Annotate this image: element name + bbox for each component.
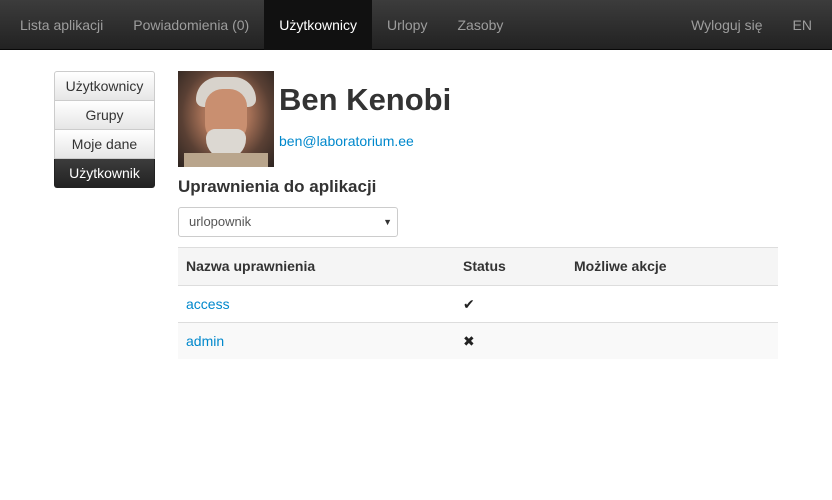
nav-item-app-list[interactable]: Lista aplikacji: [5, 0, 118, 50]
avatar-robe: [184, 153, 268, 167]
avatar: [178, 71, 274, 167]
sidebar-item-user[interactable]: Użytkownik: [54, 159, 155, 188]
profile-name: Ben Kenobi: [279, 82, 452, 117]
nav-item-resources[interactable]: Zasoby: [442, 0, 518, 50]
sidebar-item-users[interactable]: Użytkownicy: [54, 71, 155, 101]
nav-item-users[interactable]: Użytkownicy: [264, 0, 373, 50]
column-header-name: Nazwa uprawnienia: [186, 258, 316, 274]
check-icon: ✔: [463, 296, 475, 312]
permission-name-link[interactable]: admin: [186, 323, 224, 359]
user-nav: Wyloguj się EN: [676, 0, 827, 50]
top-navbar: Lista aplikacji Powiadomienia (0) Użytko…: [0, 0, 832, 50]
cross-icon: ✖: [463, 333, 475, 349]
permissions-table: Nazwa uprawnienia Status Możliwe akcje a…: [178, 247, 778, 359]
sidebar-item-my-data[interactable]: Moje dane: [54, 130, 155, 159]
table-header: Nazwa uprawnienia Status Możliwe akcje: [178, 247, 778, 285]
permissions-title: Uprawnienia do aplikacji: [178, 177, 377, 196]
table-row: admin ✖: [178, 322, 778, 359]
dropdown-arrow-icon: ▼: [383, 217, 392, 227]
language-switch[interactable]: EN: [778, 0, 827, 50]
application-select[interactable]: urlopownik ▼: [178, 207, 398, 237]
permission-name-link[interactable]: access: [186, 286, 230, 322]
main-nav: Lista aplikacji Powiadomienia (0) Użytko…: [5, 0, 518, 50]
column-header-actions: Możliwe akcje: [574, 258, 667, 274]
profile-email-link[interactable]: ben@laboratorium.ee: [279, 133, 414, 149]
column-header-status: Status: [463, 258, 506, 274]
sidebar-item-groups[interactable]: Grupy: [54, 101, 155, 130]
nav-item-leaves[interactable]: Urlopy: [372, 0, 442, 50]
nav-item-notifications[interactable]: Powiadomienia (0): [118, 0, 264, 50]
logout-link[interactable]: Wyloguj się: [676, 0, 777, 50]
application-select-value: urlopownik: [189, 214, 252, 229]
table-row: access ✔: [178, 285, 778, 322]
sidebar-menu: Użytkownicy Grupy Moje dane Użytkownik: [54, 71, 155, 188]
